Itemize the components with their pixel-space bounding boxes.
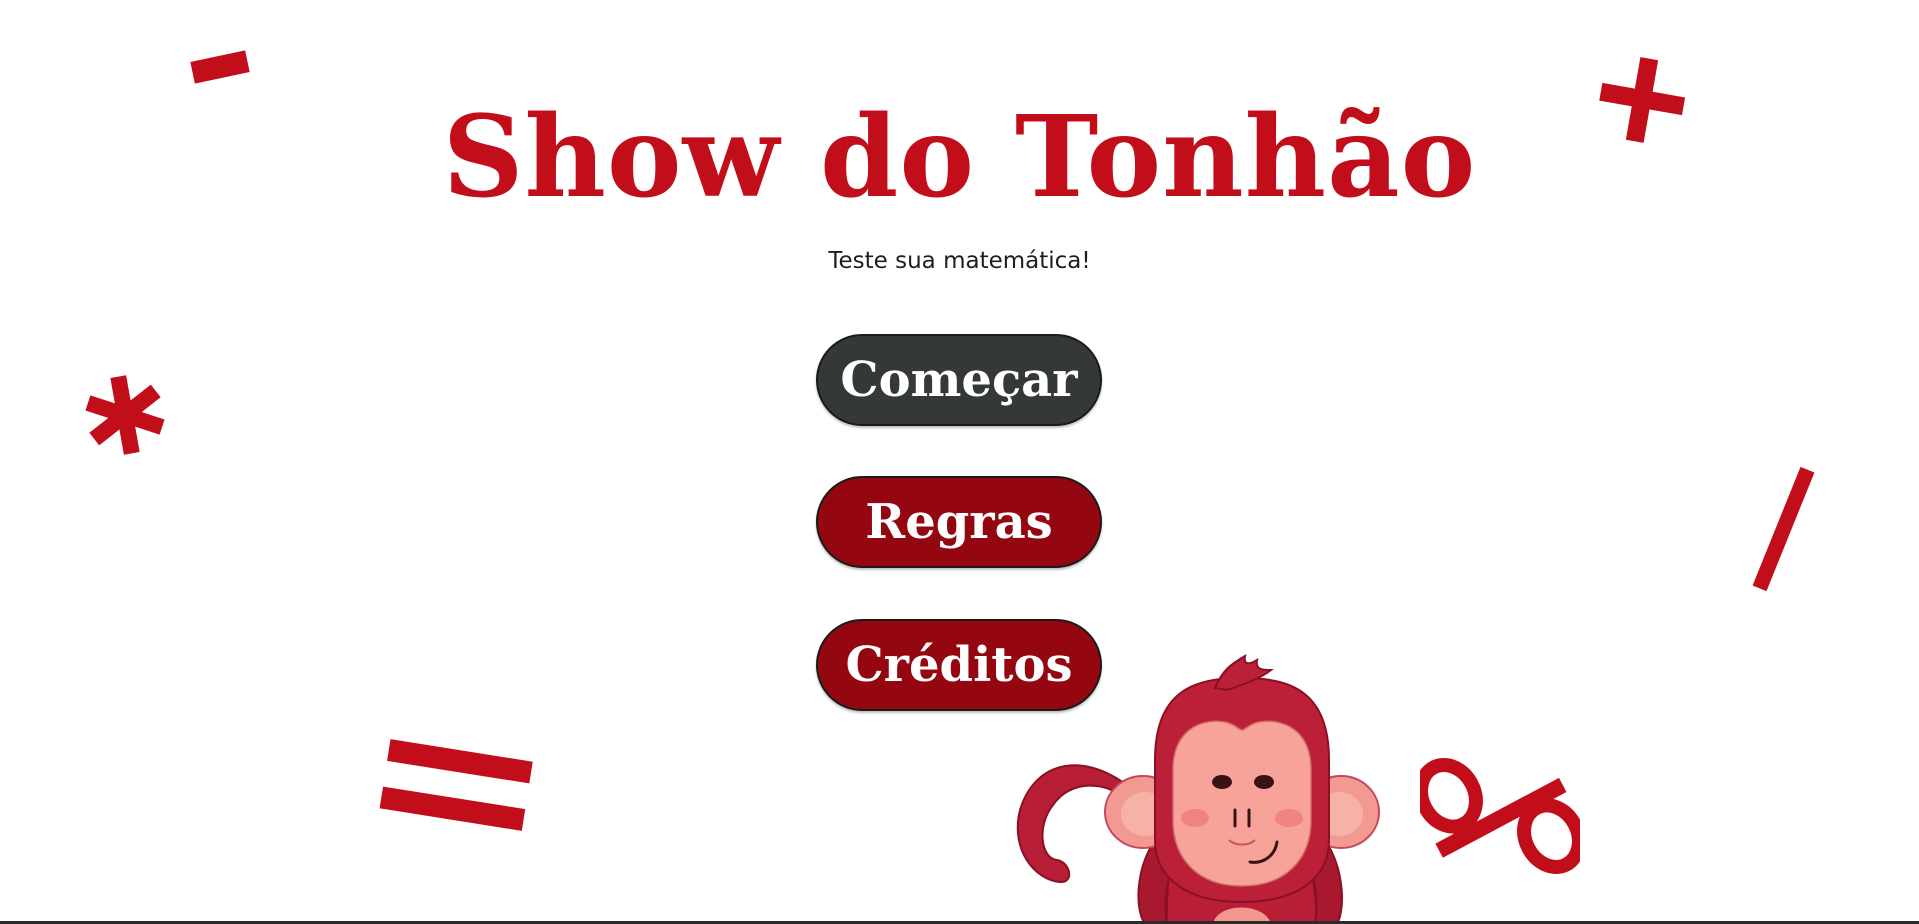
start-button[interactable]: Começar [816, 334, 1102, 426]
page-subtitle: Teste sua matemática! [828, 248, 1091, 274]
minus-symbol-icon [190, 50, 250, 84]
page-title: Show do Tonhão [442, 92, 1477, 223]
main-menu-screen: Show do Tonhão Teste sua matemática! Com… [0, 0, 1919, 924]
percent-symbol-icon [1414, 728, 1586, 904]
asterisk-symbol-icon [85, 375, 165, 455]
slash-symbol-icon [1752, 466, 1815, 592]
monkey-icon [995, 650, 1395, 924]
equals-symbol-icon [377, 725, 535, 846]
rules-button[interactable]: Regras [816, 476, 1102, 568]
